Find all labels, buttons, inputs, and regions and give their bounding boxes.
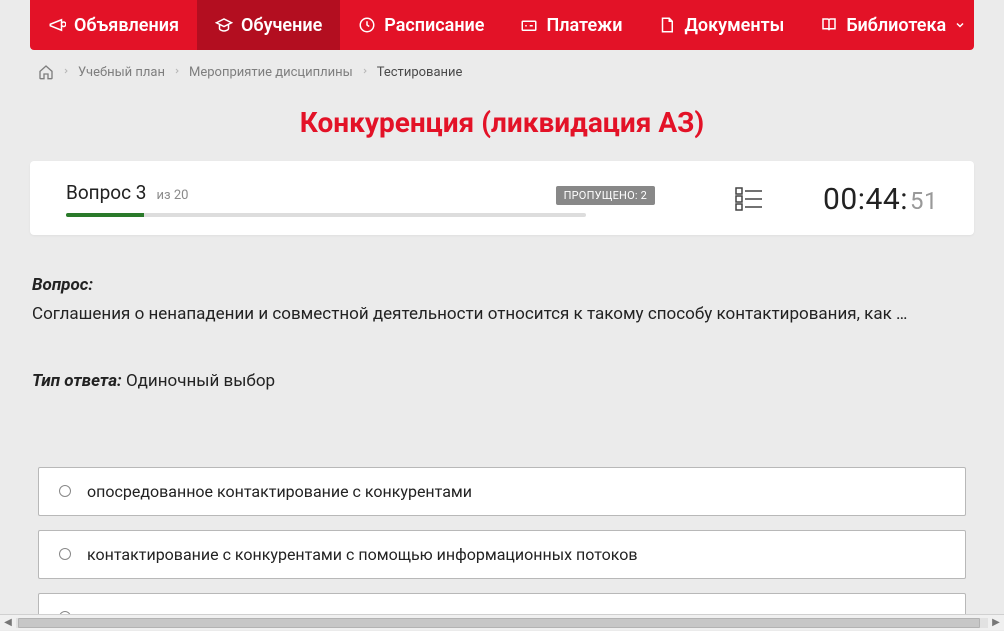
answer-type: Тип ответа: Одиночный выбор: [32, 371, 972, 391]
timer-main: 00:44:: [823, 182, 908, 217]
timer-seconds: 51: [910, 187, 938, 215]
nav-item-announcements[interactable]: Объявления: [30, 0, 197, 50]
nav-item-payments[interactable]: Платежи: [502, 0, 640, 50]
top-navigation: Объявления Обучение Расписание Платежи Д…: [30, 0, 974, 50]
scroll-right-arrow[interactable]: ▶: [988, 615, 1004, 631]
answer-type-value: Одиночный выбор: [126, 371, 275, 391]
question-text: Соглашения о ненападении и совместной де…: [32, 303, 972, 327]
nav-item-library[interactable]: Библиотека: [802, 0, 984, 50]
breadcrumb-current: Тестирование: [377, 65, 463, 80]
home-icon[interactable]: [38, 64, 54, 80]
progress-fill: [66, 213, 144, 217]
answer-option[interactable]: контактирование с конкурентами с помощью…: [38, 530, 966, 579]
answer-type-label: Тип ответа:: [32, 371, 122, 391]
education-icon: [215, 16, 233, 34]
question-heading: Вопрос:: [32, 275, 972, 295]
book-icon: [820, 16, 838, 34]
radio-icon: [59, 485, 71, 497]
nav-item-schedule[interactable]: Расписание: [340, 0, 502, 50]
nav-label: Документы: [684, 15, 784, 36]
answer-option[interactable]: опосредованное контактирование с конкуре…: [38, 467, 966, 516]
nav-label: Платежи: [546, 15, 622, 36]
payment-icon: [520, 16, 538, 34]
clock-icon: [358, 16, 376, 34]
answer-text: контактирование с конкурентами с помощью…: [87, 545, 637, 564]
nav-label: Расписание: [384, 15, 484, 36]
breadcrumb-item[interactable]: Мероприятие дисциплины: [189, 65, 353, 80]
chevron-down-icon: [954, 19, 966, 31]
answer-text: опосредованное контактирование с конкуре…: [87, 482, 472, 501]
radio-icon: [59, 548, 71, 560]
answers-list: опосредованное контактирование с конкуре…: [30, 417, 974, 614]
breadcrumb-separator: [361, 65, 369, 80]
document-icon: [658, 16, 676, 34]
horizontal-scrollbar[interactable]: ◀ ▶: [0, 614, 1004, 630]
nav-label: Библиотека: [846, 15, 946, 36]
scroll-track[interactable]: [16, 618, 988, 628]
breadcrumb: Учебный план Мероприятие дисциплины Тест…: [30, 50, 974, 94]
skipped-badge: ПРОПУЩЕНО: 2: [556, 186, 655, 205]
nav-label: Объявления: [74, 15, 179, 36]
breadcrumb-separator: [62, 65, 70, 80]
breadcrumb-item[interactable]: Учебный план: [78, 65, 165, 80]
timer: 00:44:51: [823, 182, 938, 217]
page-title: Конкуренция (ликвидация АЗ): [30, 94, 974, 161]
nav-item-education[interactable]: Обучение: [197, 0, 340, 50]
scroll-left-arrow[interactable]: ◀: [0, 615, 16, 631]
megaphone-icon: [48, 16, 66, 34]
question-list-icon[interactable]: [735, 186, 763, 212]
progress-bar: [66, 213, 586, 217]
question-total: из 20: [156, 188, 188, 203]
scroll-thumb[interactable]: [18, 618, 980, 628]
answer-option[interactable]: непосредственное контактирование с конку…: [38, 593, 966, 614]
nav-label: Обучение: [241, 15, 322, 36]
status-card: Вопрос 3 из 20 ПРОПУЩЕНО: 2 00: [30, 161, 974, 235]
nav-item-documents[interactable]: Документы: [640, 0, 802, 50]
question-number: Вопрос 3: [66, 181, 146, 204]
breadcrumb-separator: [173, 65, 181, 80]
